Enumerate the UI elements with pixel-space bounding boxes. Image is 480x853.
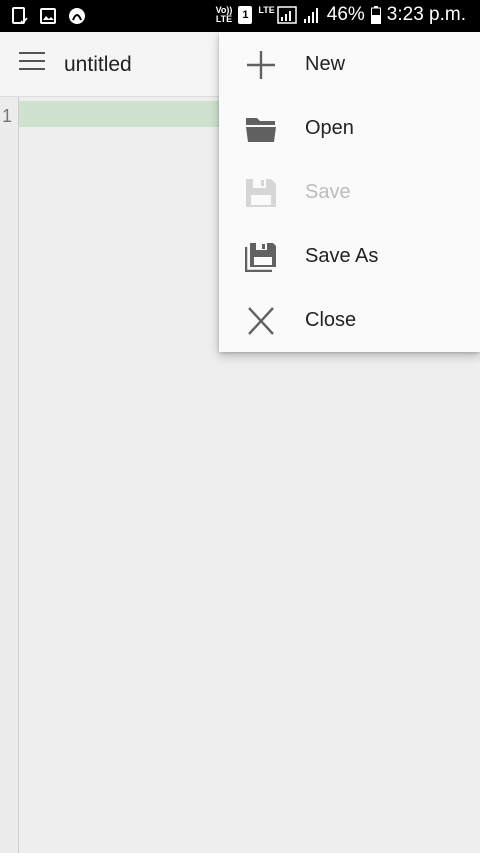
plus-icon — [245, 50, 277, 80]
line-number: 1 — [2, 106, 13, 126]
sim-icon: 1 — [238, 6, 253, 24]
volte-bottom-text: LTE — [215, 14, 233, 24]
menu-item-new[interactable]: New — [219, 32, 480, 96]
menu-item-save-as[interactable]: Save As — [219, 224, 480, 288]
menu-item-label: New — [305, 53, 346, 75]
line-number-gutter: 1 — [0, 97, 19, 853]
close-icon — [245, 306, 277, 336]
phone-notification-icon — [12, 7, 28, 25]
hamburger-menu-icon[interactable] — [19, 52, 45, 74]
app-notification-icon — [68, 7, 86, 25]
notification-icons — [12, 7, 86, 25]
image-notification-icon — [40, 8, 56, 24]
battery-icon — [370, 6, 381, 24]
menu-item-label: Save As — [305, 245, 379, 267]
system-indicators: Vo)) LTE 1 LTE 46% 3:23 p.m. — [216, 4, 466, 26]
volte-icon: Vo)) LTE — [216, 6, 233, 24]
floppy-multiple-icon — [244, 242, 277, 273]
menu-item-close[interactable]: Close — [219, 288, 480, 352]
clock: 3:23 p.m. — [386, 4, 466, 25]
status-bar: Vo)) LTE 1 LTE 46% 3:23 p.m. — [0, 0, 480, 32]
floppy-disk-icon — [245, 178, 277, 208]
menu-item-open[interactable]: Open — [219, 96, 480, 160]
file-menu-dropdown: New Open Save Save As Close — [219, 32, 480, 352]
menu-item-label: Save — [305, 181, 351, 203]
document-title: untitled — [64, 53, 132, 76]
menu-item-label: Close — [305, 309, 357, 331]
folder-open-icon — [245, 114, 277, 144]
menu-item-label: Open — [305, 117, 354, 139]
lte-signal-icon: LTE — [258, 5, 297, 24]
battery-percent: 46% — [326, 4, 365, 25]
lte-text: LTE — [258, 5, 275, 15]
menu-item-save[interactable]: Save — [219, 160, 480, 224]
signal-strength-icon — [303, 6, 321, 24]
